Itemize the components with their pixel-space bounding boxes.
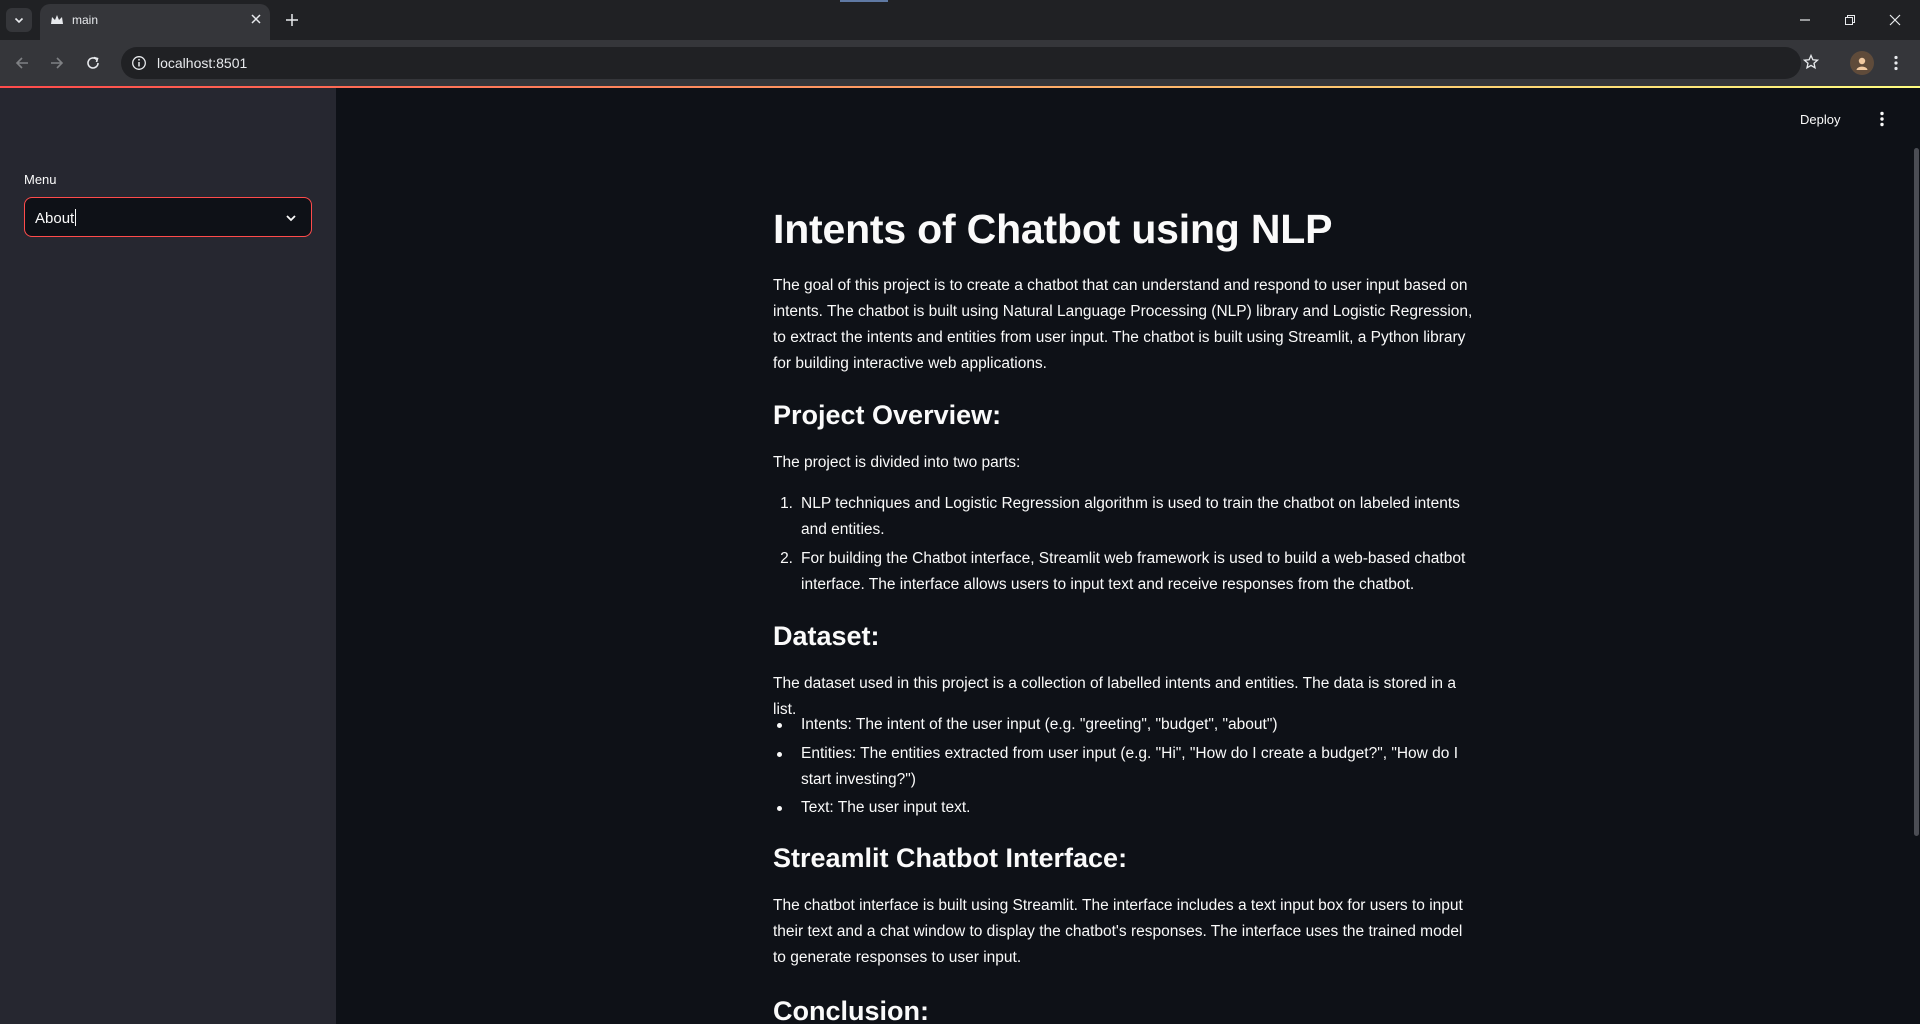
minimize-icon — [1800, 19, 1810, 21]
streamlit-app: Menu About Deploy Intents of Chatbot usi… — [0, 86, 1920, 1024]
list-marker: 1. — [780, 495, 793, 512]
deploy-button[interactable]: Deploy — [1800, 112, 1840, 127]
menu-label: Menu — [24, 172, 57, 187]
menu-select-text: About — [35, 210, 75, 227]
bullet-marker — [777, 806, 782, 811]
tab-search-button[interactable] — [6, 8, 32, 32]
reload-button[interactable] — [82, 52, 104, 74]
list-item-text: Intents: The intent of the user input (e… — [801, 716, 1278, 733]
streamlit-crown-icon — [51, 15, 63, 24]
new-tab-button[interactable] — [282, 10, 302, 30]
info-icon[interactable] — [131, 55, 147, 71]
menu-select[interactable]: About — [24, 197, 312, 237]
tab-title: main — [72, 13, 99, 27]
page-title: Intents of Chatbot using NLP — [773, 206, 1333, 252]
intro-paragraph: The goal of this project is to create a … — [773, 277, 1473, 372]
list-item: Intents: The intent of the user input (e… — [777, 712, 1473, 738]
menu-select-value: About — [35, 209, 77, 227]
list-item: Text: The user input text. — [777, 795, 1473, 821]
star-icon — [1803, 54, 1819, 70]
arrow-left-icon — [15, 57, 28, 69]
bullet-marker — [777, 723, 782, 728]
url-text: localhost:8501 — [157, 55, 248, 71]
close-icon — [251, 14, 261, 24]
scrollbar[interactable] — [1914, 148, 1919, 836]
bookmark-button[interactable] — [1800, 51, 1822, 73]
chevron-down-icon — [286, 215, 296, 222]
forward-button[interactable] — [46, 52, 68, 74]
restore-button[interactable] — [1840, 10, 1860, 30]
interface-heading: Streamlit Chatbot Interface: — [773, 843, 1128, 873]
select-dropdown-toggle[interactable] — [283, 210, 299, 226]
list-item-text: For building the Chatbot interface, Stre… — [801, 550, 1466, 593]
conclusion-heading: Conclusion: — [773, 996, 929, 1024]
main-menu-button[interactable] — [1872, 109, 1892, 129]
close-icon — [1889, 14, 1901, 26]
more-vert-icon — [1880, 111, 1884, 127]
more-vert-icon — [1894, 55, 1898, 71]
list-item-text: NLP techniques and Logistic Regression a… — [801, 495, 1460, 538]
bullet-marker — [777, 752, 782, 757]
restore-icon — [1845, 15, 1855, 25]
interface-text: The chatbot interface is built using Str… — [773, 897, 1463, 966]
list-item: 1. NLP techniques and Logistic Regressio… — [780, 491, 1473, 543]
chevron-down-icon — [14, 17, 24, 24]
close-window-button[interactable] — [1885, 10, 1905, 30]
tab-strip: main — [0, 0, 1920, 40]
tab-drag-indicator — [840, 0, 888, 2]
reload-icon — [87, 56, 99, 69]
sidebar: Menu About — [0, 88, 336, 1024]
minimize-button[interactable] — [1795, 10, 1815, 30]
overview-text: The project is divided into two parts: — [773, 454, 1021, 471]
browser-toolbar: localhost:8501 — [0, 40, 1920, 86]
profile-avatar[interactable] — [1850, 51, 1874, 75]
list-marker: 2. — [780, 550, 793, 567]
browser-menu-button[interactable] — [1884, 51, 1908, 75]
plus-icon — [286, 14, 298, 26]
avatar-icon — [1856, 57, 1868, 70]
tab-close-button[interactable] — [248, 11, 264, 27]
list-item: 2. For building the Chatbot interface, S… — [780, 546, 1473, 598]
dataset-heading: Dataset: — [773, 621, 880, 651]
arrow-right-icon — [51, 57, 64, 69]
list-item: Entities: The entities extracted from us… — [777, 741, 1473, 793]
text-caret — [75, 209, 77, 226]
address-bar[interactable]: localhost:8501 — [121, 47, 1801, 79]
overview-heading: Project Overview: — [773, 400, 1002, 430]
browser-window: main localhost:8501 Menu About Deploy In… — [0, 0, 1920, 1024]
list-item-text: Entities: The entities extracted from us… — [801, 745, 1459, 788]
list-item-text: Text: The user input text. — [801, 799, 971, 816]
back-button[interactable] — [11, 52, 33, 74]
